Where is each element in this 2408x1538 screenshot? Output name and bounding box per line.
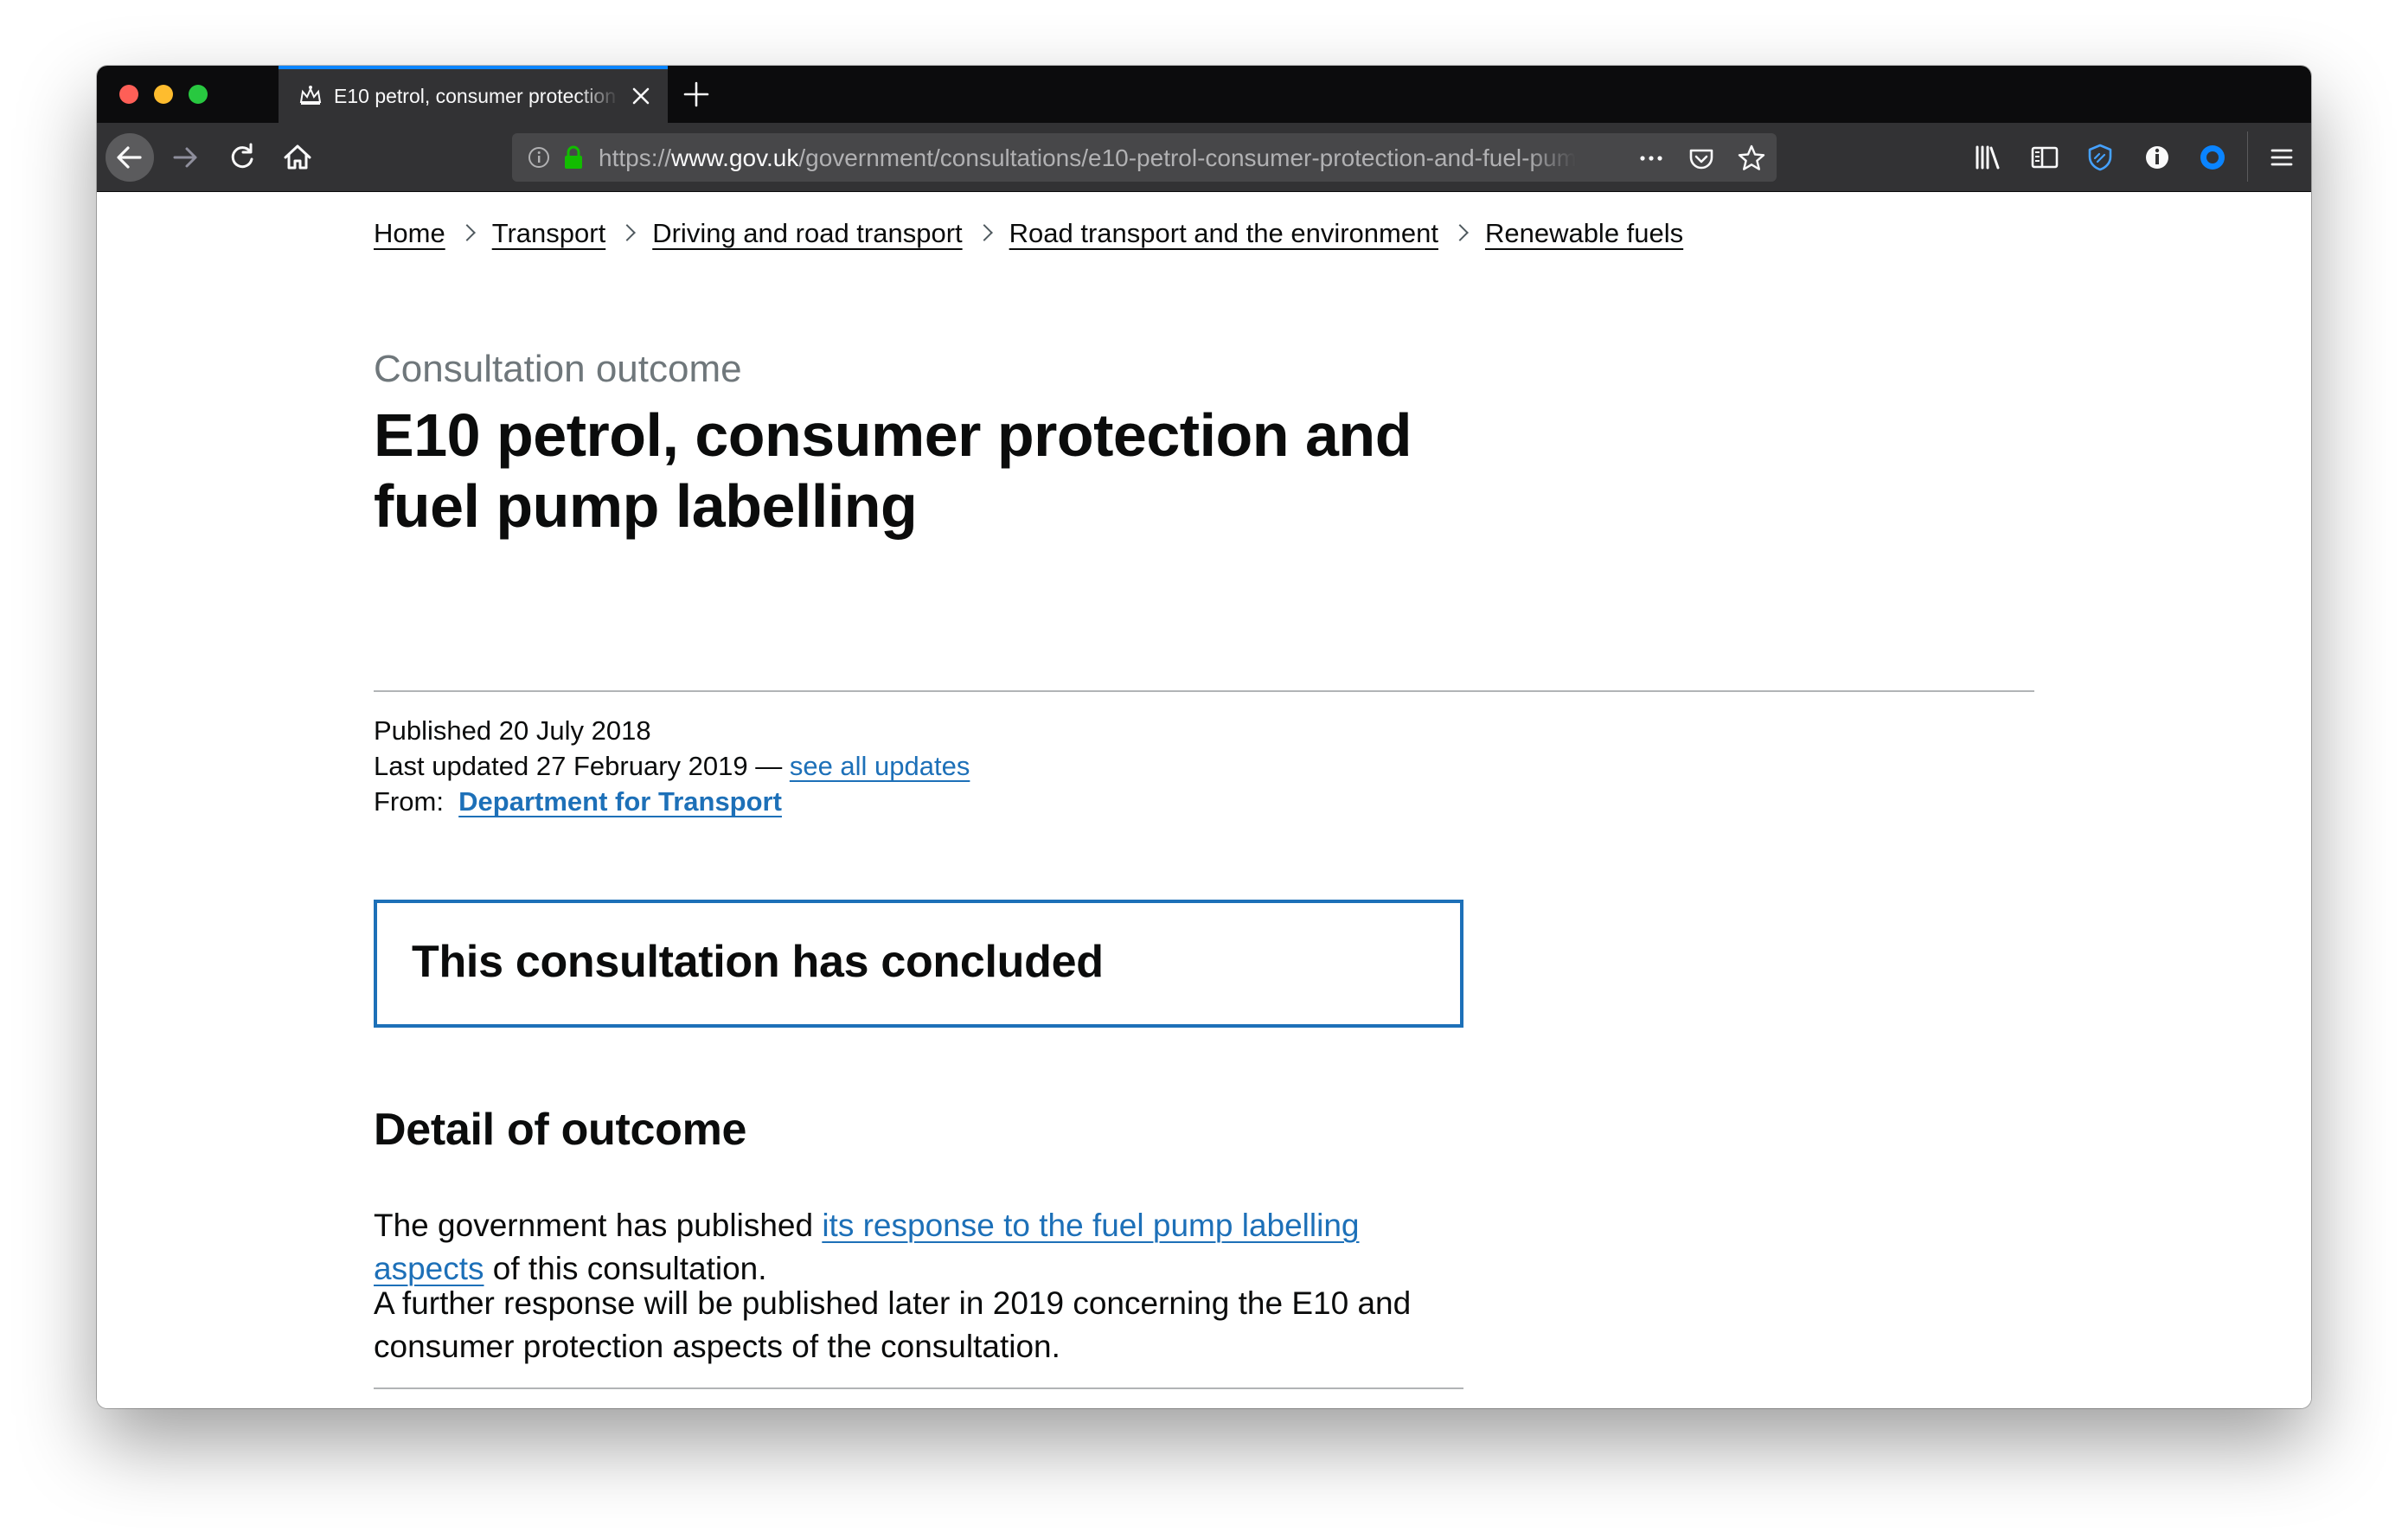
notice-title: This consultation has concluded xyxy=(412,937,1104,987)
lock-icon[interactable] xyxy=(562,144,585,170)
page-caption: Consultation outcome xyxy=(374,348,742,390)
reload-icon[interactable] xyxy=(218,133,266,182)
chevron-right-icon xyxy=(458,224,476,241)
minimize-window-button[interactable] xyxy=(154,85,173,104)
info-icon[interactable] xyxy=(528,146,550,169)
bookmark-star-icon[interactable] xyxy=(1737,144,1766,173)
address-bar[interactable]: https://www.gov.uk/government/consultati… xyxy=(512,133,1777,182)
last-updated-text: Last updated 27 February 2019 — xyxy=(374,751,790,781)
hamburger-menu-icon[interactable] xyxy=(2266,142,2297,173)
sidebar-icon[interactable] xyxy=(2029,142,2060,173)
last-updated: Last updated 27 February 2019 — see all … xyxy=(374,748,970,784)
chevron-right-icon xyxy=(1451,224,1469,241)
from-label: From: xyxy=(374,786,444,817)
breadcrumb-link-home[interactable]: Home xyxy=(374,218,445,249)
para1-text-before: The government has published xyxy=(374,1208,823,1243)
extension-circle-icon[interactable] xyxy=(2197,142,2228,173)
divider xyxy=(374,690,2034,692)
extension-info-icon[interactable] xyxy=(2142,142,2173,173)
chevron-right-icon xyxy=(975,224,993,241)
new-tab-plus-icon[interactable] xyxy=(682,80,711,109)
outcome-heading: Detail of outcome xyxy=(374,1105,747,1155)
navigation-toolbar: https://www.gov.uk/government/consultati… xyxy=(97,123,2311,192)
url-text[interactable]: https://www.gov.uk/government/consultati… xyxy=(599,144,1576,172)
breadcrumb: Home Transport Driving and road transport R… xyxy=(374,218,1683,249)
breadcrumb-link-environment[interactable]: Road transport and the environment xyxy=(1009,218,1438,249)
outcome-paragraph-1: The government has published its respons… xyxy=(374,1204,1463,1291)
department-link[interactable]: Department for Transport xyxy=(458,786,782,817)
para1-text-after: of this consultation. xyxy=(484,1251,767,1286)
url-path: /government/consultations/e10-petrol-con… xyxy=(798,144,1576,171)
shield-icon[interactable] xyxy=(2085,142,2116,173)
page-title: E10 petrol, consumer protection and fuel… xyxy=(374,401,1412,540)
library-icon[interactable] xyxy=(1972,142,2003,173)
see-all-updates-link[interactable]: see all updates xyxy=(790,751,970,781)
close-tab-icon[interactable] xyxy=(630,85,652,107)
toolbar-separator xyxy=(2247,131,2248,182)
back-arrow-icon[interactable] xyxy=(106,133,154,182)
tab-strip: E10 petrol, consumer protection and fuel… xyxy=(97,66,2311,123)
crown-icon xyxy=(298,83,323,109)
url-scheme: https:// xyxy=(599,144,672,171)
metadata: Published 20 July 2018 Last updated 27 F… xyxy=(374,713,970,819)
breadcrumb-link-driving[interactable]: Driving and road transport xyxy=(652,218,962,249)
concluded-notice: This consultation has concluded xyxy=(374,900,1463,1028)
chevron-right-icon xyxy=(618,224,637,241)
home-icon[interactable] xyxy=(273,133,322,182)
outcome-paragraph-2: A further response will be published lat… xyxy=(374,1285,1412,1364)
breadcrumb-link-renewable-fuels[interactable]: Renewable fuels xyxy=(1485,218,1683,249)
tab-title: E10 petrol, consumer protection and fuel… xyxy=(334,85,619,107)
tab-active[interactable]: E10 petrol, consumer protection and fuel… xyxy=(279,66,668,123)
pocket-icon[interactable] xyxy=(1687,144,1716,173)
forward-arrow-icon[interactable] xyxy=(163,133,211,182)
breadcrumb-link-transport[interactable]: Transport xyxy=(492,218,606,249)
published-date: Published 20 July 2018 xyxy=(374,715,651,746)
close-window-button[interactable] xyxy=(119,85,138,104)
zoom-window-button[interactable] xyxy=(189,85,208,104)
page-content: Home Transport Driving and road transport R… xyxy=(97,192,2311,1408)
page-actions-ellipsis-icon[interactable] xyxy=(1636,144,1666,173)
from-line: From: Department for Transport xyxy=(374,784,970,819)
divider xyxy=(374,1387,1463,1389)
browser-window: E10 petrol, consumer protection and fuel… xyxy=(97,66,2311,1408)
url-host: www.gov.uk xyxy=(671,144,799,171)
